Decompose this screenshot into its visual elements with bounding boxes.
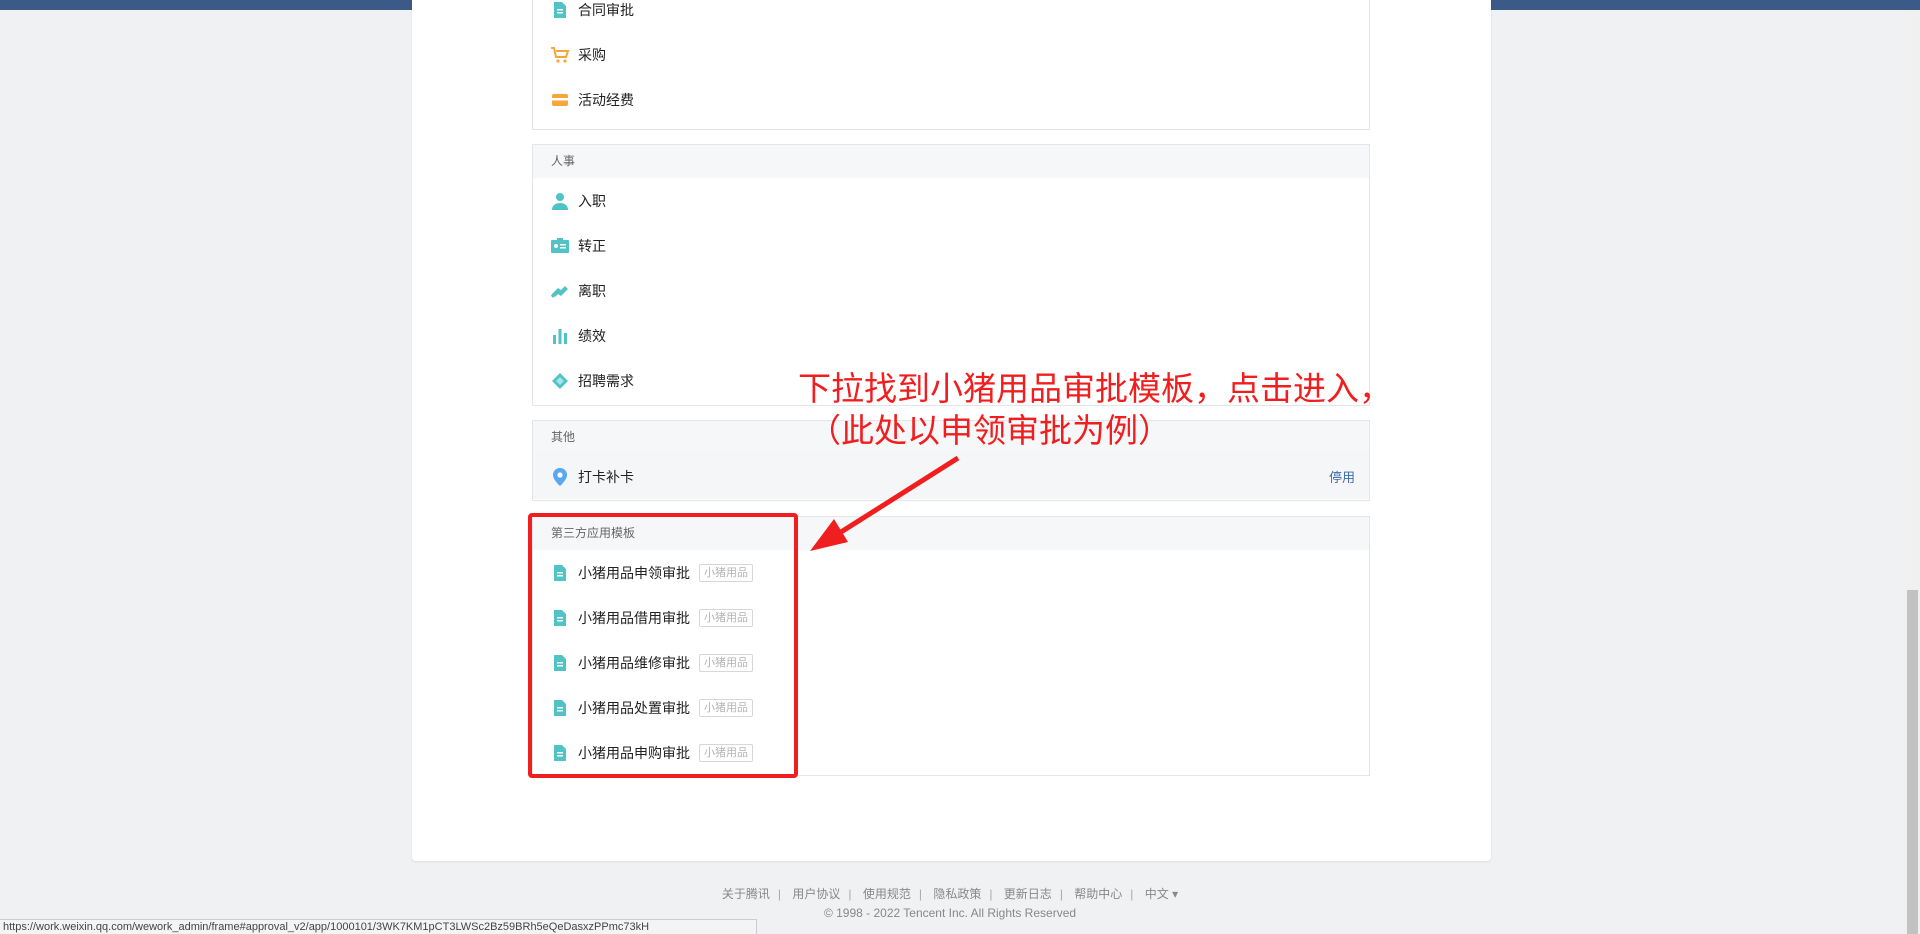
template-item-regularization[interactable]: 转正 — [533, 223, 1369, 268]
id-card-icon — [550, 236, 570, 256]
location-pin-icon — [550, 467, 570, 487]
hr-section: 人事 入职 转正 离职 绩效 招聘需求 — [532, 144, 1370, 406]
template-item-label: 活动经费 — [578, 91, 634, 108]
wallet-icon — [550, 90, 570, 110]
cart-icon — [550, 45, 570, 65]
footer-link-privacy[interactable]: 隐私政策 — [933, 887, 981, 901]
footer-link-user-agreement[interactable]: 用户协议 — [792, 887, 840, 901]
section-title: 人事 — [533, 145, 1369, 178]
language-selector[interactable]: 中文 ▾ — [1145, 887, 1178, 901]
vertical-scrollbar[interactable] — [1905, 10, 1920, 934]
template-item-purchase[interactable]: 采购 — [533, 32, 1369, 77]
annotation-arrow — [810, 455, 960, 551]
footer-link-changelog[interactable]: 更新日志 — [1004, 887, 1052, 901]
template-item-contract[interactable]: 合同审批 — [533, 0, 1369, 32]
template-item-onboarding[interactable]: 入职 — [533, 178, 1369, 223]
template-item-label: 打卡补卡 — [578, 468, 634, 485]
highlight-box — [528, 513, 798, 778]
status-bar-url: https://work.weixin.qq.com/wework_admin/… — [0, 919, 757, 934]
scrollbar-thumb[interactable] — [1907, 590, 1918, 934]
disable-button[interactable]: 停用 — [1329, 467, 1355, 486]
template-item-label: 离职 — [578, 282, 606, 299]
tag-icon — [550, 371, 570, 391]
person-icon — [550, 191, 570, 211]
document-icon — [550, 0, 570, 20]
bar-chart-icon — [550, 326, 570, 346]
template-item-label: 绩效 — [578, 327, 606, 344]
footer-link-usage-rules[interactable]: 使用规范 — [863, 887, 911, 901]
footer-links: 关于腾讯 | 用户协议 | 使用规范 | 隐私政策 | 更新日志 | 帮助中心 | 中文 ▾ — [721, 887, 1179, 901]
template-item-label: 合同审批 — [578, 1, 634, 18]
template-item-label: 招聘需求 — [578, 372, 634, 389]
template-item-performance[interactable]: 绩效 — [533, 313, 1369, 358]
footer-link-about[interactable]: 关于腾讯 — [722, 887, 770, 901]
template-item-label: 采购 — [578, 46, 606, 63]
copyright-text: © 1998 - 2022 Tencent Inc. All Rights Re… — [823, 906, 1077, 920]
handshake-icon — [550, 281, 570, 301]
annotation-text-line1: 下拉找到小猪用品审批模板，点击进入， — [798, 369, 1392, 408]
template-item-label: 入职 — [578, 192, 606, 209]
finance-section: 合同审批 采购 活动经费 — [532, 0, 1370, 130]
annotation-text-line2: （此处以申领审批为例） — [808, 411, 1171, 450]
footer-link-help-center[interactable]: 帮助中心 — [1074, 887, 1122, 901]
template-item-label: 转正 — [578, 237, 606, 254]
template-item-resignation[interactable]: 离职 — [533, 268, 1369, 313]
template-item-activity-expense[interactable]: 活动经费 — [533, 77, 1369, 122]
